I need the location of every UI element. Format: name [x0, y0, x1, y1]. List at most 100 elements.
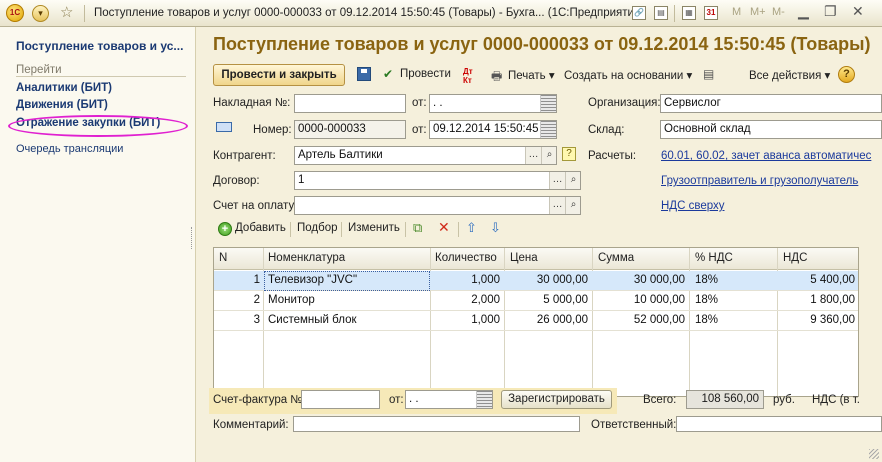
restore-icon[interactable]: ❐	[824, 3, 837, 20]
search-icon[interactable]: ⌕	[565, 197, 580, 214]
calendar-icon[interactable]	[540, 95, 556, 112]
row-sum[interactable]: 52 000,00	[592, 314, 685, 326]
col-header-price[interactable]: Цена	[510, 252, 538, 264]
resize-grip[interactable]	[869, 449, 879, 459]
nav-doc-title[interactable]: Поступление товаров и ус...	[16, 39, 183, 53]
vat-on-top-link[interactable]: НДС сверху	[661, 200, 725, 212]
invoice-factura-date-input[interactable]: . .	[405, 390, 493, 409]
col-header-qty[interactable]: Количество	[435, 252, 497, 264]
row-item[interactable]: Телевизор "JVC"	[268, 274, 357, 286]
row-vat[interactable]: 5 400,00	[777, 274, 855, 286]
calendar-icon[interactable]	[476, 391, 492, 408]
memory-mminus-button[interactable]: M-	[772, 6, 785, 18]
row-vat[interactable]: 1 800,00	[777, 294, 855, 306]
all-actions-button[interactable]: Все действия ▾	[749, 68, 830, 82]
counterparty-help-icon[interactable]: ?	[562, 147, 576, 161]
row-price[interactable]: 30 000,00	[504, 274, 588, 286]
row-qty[interactable]: 2,000	[430, 294, 500, 306]
row-sum[interactable]: 30 000,00	[592, 274, 685, 286]
number-input[interactable]: 0000-000033	[294, 120, 406, 139]
print-button[interactable]: Печать ▾	[508, 68, 555, 82]
copy-row-icon[interactable]: ⧉	[413, 220, 422, 236]
select-button[interactable]: …	[525, 147, 541, 164]
col-header-n[interactable]: N	[219, 252, 227, 264]
total-label: Всего:	[643, 394, 677, 406]
warehouse-input[interactable]: Основной склад	[660, 120, 882, 139]
minimize-icon[interactable]: ▁	[798, 3, 809, 20]
document-icon[interactable]: ▤	[703, 67, 717, 81]
splitter-handle[interactable]	[191, 227, 194, 249]
select-products-button[interactable]: Подбор	[297, 222, 338, 234]
row-vat[interactable]: 9 360,00	[777, 314, 855, 326]
invoice-number-input[interactable]	[294, 94, 406, 113]
add-button[interactable]: Добавить	[235, 222, 286, 234]
table-row[interactable]: 3 Системный блок 1,000 26 000,00 52 000,…	[214, 311, 858, 331]
row-qty[interactable]: 1,000	[430, 274, 500, 286]
responsible-input[interactable]	[676, 416, 882, 432]
move-up-icon[interactable]: ⇧	[466, 220, 477, 236]
edit-button[interactable]: Изменить	[348, 222, 400, 234]
calendar-icon[interactable]: 31	[704, 6, 718, 20]
save-icon[interactable]	[357, 67, 371, 81]
debit-credit-icon[interactable]: Дт Кт	[463, 67, 477, 85]
app-logo-icon[interactable]: 1С	[6, 4, 24, 22]
move-down-icon[interactable]: ⇩	[490, 220, 501, 236]
row-vat-rate[interactable]: 18%	[695, 314, 718, 326]
window-titlebar: 1С ▾ ☆ Поступление товаров и услуг 0000-…	[0, 0, 882, 27]
table-row[interactable]: 1 Телевизор "JVC" 1,000 30 000,00 30 000…	[214, 271, 858, 291]
col-header-sum[interactable]: Сумма	[598, 252, 634, 264]
row-qty[interactable]: 1,000	[430, 314, 500, 326]
date-label: от:	[412, 124, 427, 136]
memory-mplus-button[interactable]: M+	[750, 6, 766, 18]
table-row[interactable]: 2 Монитор 2,000 5 000,00 10 000,00 18% 1…	[214, 291, 858, 311]
memory-m-button[interactable]: M	[732, 6, 741, 18]
calendar-icon[interactable]	[540, 121, 556, 138]
search-icon[interactable]: ⌕	[541, 147, 556, 164]
favorite-star-icon[interactable]: ☆	[60, 3, 73, 21]
invoice-factura-input[interactable]	[301, 390, 380, 409]
organization-input[interactable]: Сервислог	[660, 94, 882, 113]
payment-account-input[interactable]: … ⌕	[294, 196, 581, 215]
contract-label: Договор:	[213, 175, 260, 187]
nav-item-analytics[interactable]: Аналитики (БИТ)	[16, 82, 112, 94]
help-icon[interactable]: ?	[838, 66, 855, 83]
row-vat-rate[interactable]: 18%	[695, 274, 718, 286]
select-button[interactable]: …	[549, 197, 565, 214]
col-header-vat-rate[interactable]: % НДС	[695, 252, 733, 264]
main-menu-icon[interactable]: ▾	[32, 5, 49, 22]
row-item[interactable]: Системный блок	[268, 314, 357, 326]
post-icon[interactable]: ✔	[383, 67, 397, 81]
contract-input[interactable]: 1 … ⌕	[294, 171, 581, 190]
print-preview-icon[interactable]: ▤	[654, 6, 668, 20]
nav-item-movements[interactable]: Движения (БИТ)	[16, 99, 108, 111]
row-sum[interactable]: 10 000,00	[592, 294, 685, 306]
counterparty-input[interactable]: Артель Балтики … ⌕	[294, 146, 557, 165]
row-vat-rate[interactable]: 18%	[695, 294, 718, 306]
post-and-close-button[interactable]: Провести и закрыть	[213, 64, 345, 86]
delete-icon[interactable]: ✕	[438, 219, 450, 236]
row-price[interactable]: 26 000,00	[504, 314, 588, 326]
select-button[interactable]: …	[549, 172, 565, 189]
close-icon[interactable]: ✕	[852, 3, 864, 20]
row-price[interactable]: 5 000,00	[504, 294, 588, 306]
settlements-link[interactable]: 60.01, 60.02, зачет аванса автоматичес	[661, 150, 871, 162]
date-input[interactable]: 09.12.2014 15:50:45	[429, 120, 557, 139]
register-button[interactable]: Зарегистрировать	[501, 390, 612, 409]
calculator-icon[interactable]: ▦	[682, 6, 696, 20]
search-icon[interactable]: ⌕	[565, 172, 580, 189]
create-based-button[interactable]: Создать на основании ▾	[564, 68, 692, 82]
link-icon[interactable]: 🔗	[632, 6, 646, 20]
post-button[interactable]: Провести	[400, 68, 451, 80]
col-header-vat[interactable]: НДС	[783, 252, 807, 264]
shipper-consignee-link[interactable]: Грузоотправитель и грузополучатель	[661, 175, 858, 187]
comment-input[interactable]	[293, 416, 580, 432]
add-icon[interactable]: +	[218, 222, 232, 236]
col-header-item[interactable]: Номенклатура	[268, 252, 345, 264]
invoice-date-input[interactable]: . .	[429, 94, 557, 113]
invoice-factura-label: Счет-фактура №:	[213, 394, 306, 406]
printer-icon[interactable]: 🖶	[491, 67, 505, 83]
currency-label: руб.	[773, 394, 795, 406]
nav-item-translation-queue[interactable]: Очередь трансляции	[16, 143, 123, 155]
row-item[interactable]: Монитор	[268, 294, 315, 306]
settlements-label: Расчеты:	[588, 150, 637, 162]
